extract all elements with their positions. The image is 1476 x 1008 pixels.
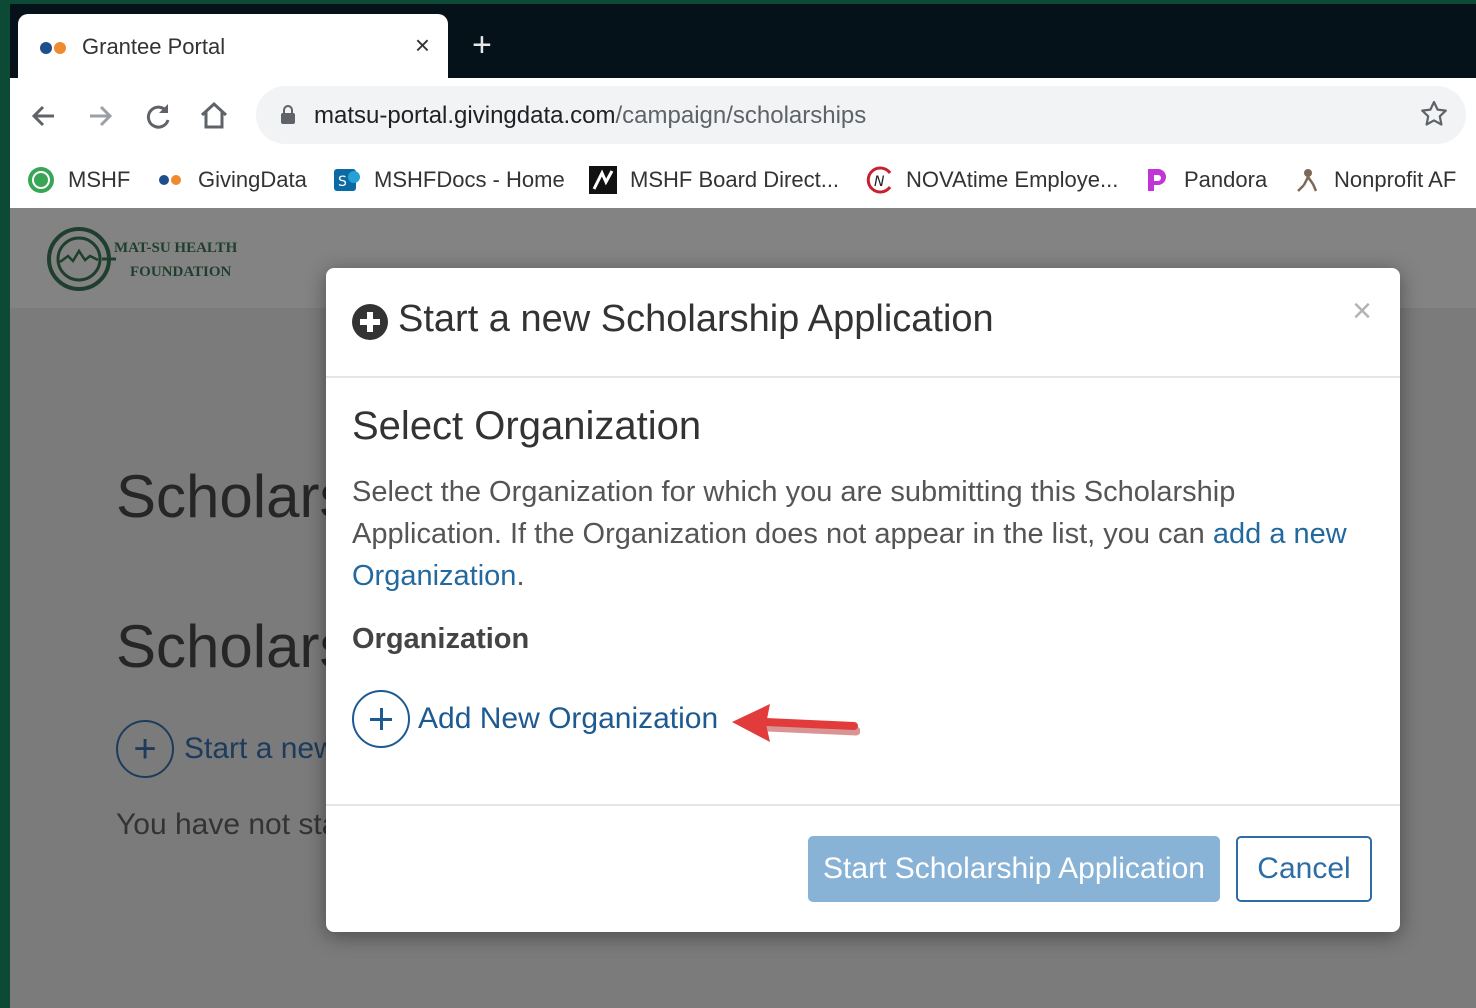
browser-tab[interactable]: Grantee Portal × [18,14,448,80]
modal-header: Start a new Scholarship Application × [326,268,1400,378]
tab-close-icon[interactable]: × [415,32,430,58]
bookmark-label: GivingData [198,167,307,192]
empty-state-text: You have not sta [116,808,339,841]
red-arrow-annotation-icon [732,704,860,742]
nonprofit-icon [1297,169,1318,192]
start-application-modal: Start a new Scholarship Application × Se… [326,268,1400,932]
close-icon[interactable]: × [1352,294,1372,328]
givingdata-icon [159,175,181,185]
home-icon[interactable] [196,98,232,134]
bookmark-nonprofit-af[interactable]: Nonprofit AF [1292,164,1456,196]
select-organization-heading: Select Organization [352,404,702,448]
bookmark-mshfdocs[interactable]: S MSHFDocs - Home [332,164,565,196]
sharepoint-icon: S [334,169,360,191]
svg-text:N: N [874,174,885,190]
organization-description: Select the Organization for which you ar… [352,476,1347,592]
boarddirect-icon [589,166,617,194]
bookmark-label: Pandora [1184,167,1268,192]
reload-icon[interactable] [140,98,176,134]
new-tab-button[interactable]: + [472,28,492,62]
page-title: Scholars [116,463,350,530]
bookmark-givingdata[interactable]: GivingData [156,164,307,196]
pandora-icon [1148,169,1166,191]
browser-window: Grantee Portal × + matsu-portal.givingda… [10,4,1476,1008]
novatime-icon: N [866,166,892,194]
bookmark-label: MSHF [68,167,131,192]
bookmark-label: Nonprofit AF [1334,167,1457,192]
foundation-logo-text: MAT-SU HEALTH FOUNDATION [114,240,238,280]
bookmark-novatime[interactable]: N NOVAtime Employe... [864,164,1118,196]
forward-icon[interactable] [82,98,118,134]
bookmark-label: MSHFDocs - Home [374,167,565,192]
foundation-logo-icon [47,227,116,291]
modal-footer: Start Scholarship Application Cancel [326,804,1400,932]
start-scholarship-application-button[interactable]: Start Scholarship Application [808,836,1220,902]
section-heading: Scholars [116,613,350,680]
modal-body: Select Organization Select the Organizat… [352,404,1372,753]
plus-circle-icon [352,304,388,340]
start-new-link[interactable]: + Start a new [116,720,336,778]
givingdata-favicon-icon [40,42,68,54]
bookmark-label: MSHF Board Direct... [630,167,840,192]
bookmark-mshf[interactable]: MSHF [26,164,130,196]
mshf-icon [28,167,54,193]
svg-text:S: S [338,174,347,190]
modal-title: Start a new Scholarship Application [398,298,994,340]
add-new-organization-label: Add New Organization [418,702,719,735]
bookmark-star-icon[interactable] [1418,98,1450,130]
plus-circle-icon [352,690,410,748]
lock-icon[interactable] [280,105,296,125]
bookmark-board-direct[interactable]: MSHF Board Direct... [588,164,839,196]
cancel-button[interactable]: Cancel [1236,836,1372,902]
tab-title: Grantee Portal [82,34,226,59]
address-bar[interactable]: matsu-portal.givingdata.com/campaign/sch… [256,86,1466,144]
url-text[interactable]: matsu-portal.givingdata.com/campaign/sch… [314,102,866,130]
bookmarks-bar: MSHF GivingData S MSHFDocs - Home MSHF B… [10,154,1476,206]
bookmark-pandora[interactable]: Pandora [1142,164,1267,196]
browser-toolbar: matsu-portal.givingdata.com/campaign/sch… [10,78,1476,208]
bookmark-label: NOVAtime Employe... [906,167,1119,192]
plus-circle-icon: + [116,720,174,778]
add-new-organization-button[interactable]: Add New Organization [352,690,718,748]
back-icon[interactable] [26,98,62,134]
organization-field-label: Organization [352,623,530,655]
